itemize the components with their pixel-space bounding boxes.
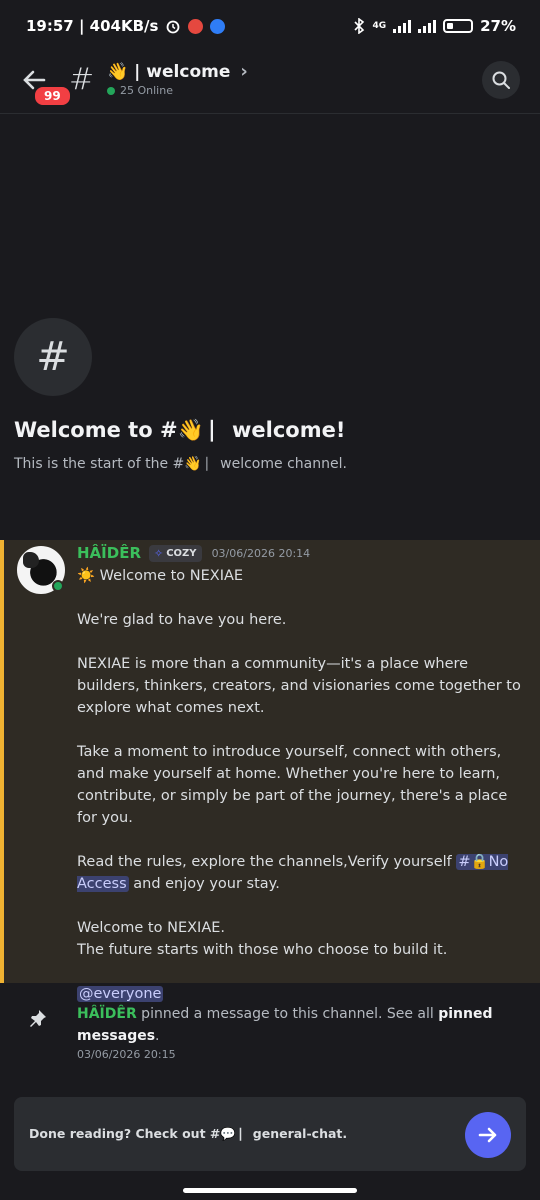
go-to-channel-button[interactable]: [465, 1112, 511, 1158]
status-bar: 19:57 | 404KB/s 4G 27%: [0, 0, 540, 52]
channel-intro-hash-icon: #: [14, 318, 92, 396]
system-author[interactable]: HÂÏDÊR: [77, 1006, 137, 1022]
signal-icon-2: [418, 19, 437, 33]
search-button[interactable]: [482, 61, 520, 99]
alarm-icon: [167, 20, 180, 34]
signal-icon: [393, 19, 412, 33]
channel-title[interactable]: 👋 | welcome ›: [107, 61, 248, 82]
chevron-right-icon: ›: [240, 61, 248, 82]
guild-tag-label: COZY: [166, 547, 197, 559]
battery-icon: [443, 19, 474, 33]
notification-app-icon-2: [210, 18, 226, 34]
pin-icon: [30, 1010, 46, 1027]
message-line: Take a moment to introduce yourself, con…: [77, 744, 508, 826]
next-channel-card[interactable]: Done reading? Check out #💬 ⎸general-chat…: [14, 1097, 526, 1171]
message-line: We're glad to have you here.: [77, 612, 287, 628]
bluetooth-icon: [354, 18, 365, 34]
message-body: ☀️ Welcome to NEXIAE We're glad to have …: [77, 565, 527, 1005]
message-line: ☀️ Welcome to NEXIAE: [77, 568, 244, 584]
battery-percent: 27%: [480, 17, 516, 35]
online-count: 25 Online: [107, 84, 173, 97]
message-line: Read the rules, explore the channels,Ver…: [77, 851, 527, 895]
online-text: 25 Online: [120, 84, 173, 97]
message-header: HÂÏDÊR ✧ COZY 03/06/2026 20:14: [77, 544, 310, 562]
status-time: 19:57 | 404KB/s: [26, 17, 159, 35]
channel-emoji: 👋: [107, 61, 129, 82]
channel-name: | welcome: [134, 61, 231, 82]
message-text: Read the rules, explore the channels,Ver…: [77, 854, 457, 870]
search-icon: [492, 71, 510, 89]
home-indicator[interactable]: [183, 1188, 357, 1193]
avatar-status-icon: [52, 580, 64, 592]
unread-badge: 99: [32, 84, 73, 108]
system-timestamp: 03/06/2026 20:15: [77, 1048, 176, 1061]
system-message-text: HÂÏDÊR pinned a message to this channel.…: [77, 1003, 517, 1047]
sparkle-icon: ✧: [154, 546, 164, 560]
guild-tag-badge[interactable]: ✧ COZY: [149, 544, 202, 562]
channel-intro-title: Welcome to #👋 ⎸welcome!: [14, 418, 346, 442]
message-author[interactable]: HÂÏDÊR: [77, 544, 141, 562]
arrow-right-icon: [478, 1127, 497, 1143]
online-dot-icon: [107, 86, 115, 95]
system-pin-message: HÂÏDÊR pinned a message to this channel.…: [0, 1000, 540, 1070]
message-timestamp: 03/06/2026 20:14: [211, 546, 311, 560]
system-end: .: [155, 1028, 160, 1044]
network-type: 4G: [372, 21, 387, 31]
channel-header: 99 # 👋 | welcome › 25 Online: [0, 52, 540, 114]
notification-app-icon: [188, 18, 204, 34]
next-channel-text: Done reading? Check out #💬 ⎸general-chat…: [29, 1126, 348, 1141]
status-right: 4G 27%: [353, 17, 516, 35]
message-line: The future starts with those who choose …: [77, 942, 448, 958]
channel-hash-icon: #: [69, 62, 95, 97]
system-text: pinned a message to this channel. See al…: [136, 1006, 439, 1022]
status-left: 19:57 | 404KB/s: [26, 17, 226, 35]
message-text: and enjoy your stay.: [128, 876, 280, 892]
message-highlighted[interactable]: HÂÏDÊR ✧ COZY 03/06/2026 20:14 ☀️ Welcom…: [0, 540, 540, 1002]
message-line: NEXIAE is more than a community—it's a p…: [77, 656, 521, 716]
channel-intro-subtitle: This is the start of the #👋 ⎸welcome cha…: [14, 456, 347, 472]
message-line: Welcome to NEXIAE.: [77, 920, 226, 936]
